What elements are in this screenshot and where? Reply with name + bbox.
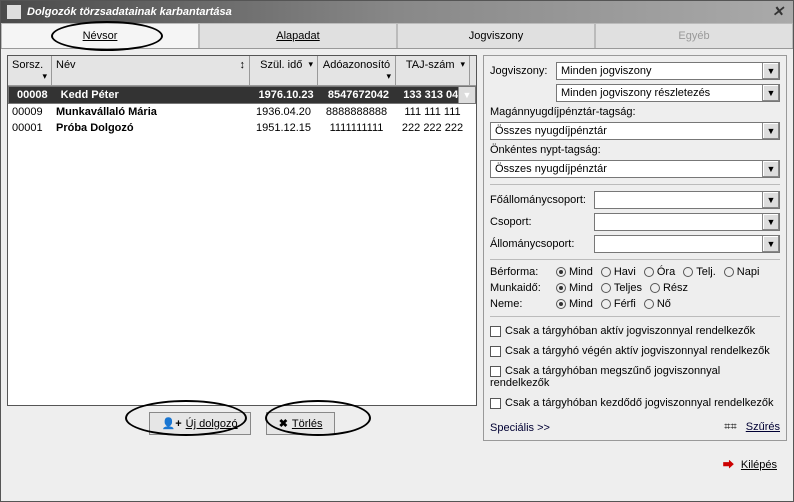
window-title: Dolgozók törzsadatainak karbantartása [27,6,232,18]
cell-taj: 222 222 222 [396,120,470,136]
table-row[interactable]: 00008 Kedd Péter 1976.10.23 8547672042 1… [8,86,476,104]
sort-icon: ▾ [308,59,313,70]
cell-taj: 133 313 044 [398,87,471,103]
app-logo-icon [7,5,21,19]
action-bar: 👤+Új dolgozó ✖Törlés [7,406,477,441]
cell-nev: Munkavállaló Mária [52,104,250,120]
cell-ado: 8888888888 [318,104,396,120]
tab-jogviszony[interactable]: Jogviszony [397,23,595,48]
munkaido-teljes[interactable]: Teljes [601,282,642,294]
magan-select[interactable]: Összes nyugdíjpénztár [490,122,780,140]
sort-icon: ▾ [386,71,391,82]
exit-icon: ⮕ [723,459,734,471]
szures-link[interactable]: Szűrés [746,421,780,433]
munkaido-resz[interactable]: Rész [650,282,688,294]
col-sorsz[interactable]: Sorsz.▾ [8,56,52,85]
cell-sorsz: 00009 [8,104,52,120]
check-kezdodo[interactable]: Csak a tárgyhóban kezdődő jogviszonnyal … [490,395,780,411]
filter-icon: ⌗⌗ [724,421,736,433]
magan-label: Magánnyugdíjpénztár-tagság: [490,106,780,118]
munkaido-label: Munkaidő: [490,282,548,294]
cell-ado: 8547672042 [320,87,397,103]
cell-sorsz: 00008 [13,87,57,103]
berforma-ora[interactable]: Óra [644,266,675,278]
tab-nevsor[interactable]: Névsor [1,23,199,48]
cell-szul: 1951.12.15 [250,120,318,136]
foallomany-label: Főállománycsoport: [490,194,590,206]
csoport-label: Csoport: [490,216,590,228]
berforma-napi[interactable]: Napi [724,266,760,278]
allomany-label: Állománycsoport: [490,238,590,250]
onkentes-select[interactable]: Összes nyugdíjpénztár [490,160,780,178]
close-icon[interactable]: ✕ [769,3,787,21]
onkentes-label: Önkéntes nypt-tagság: [490,144,780,156]
tab-alapadat[interactable]: Alapadat [199,23,397,48]
col-ado[interactable]: Adóazonosító▾ [318,56,396,85]
tab-egyeb: Egyéb [595,23,793,48]
jogviszony-select[interactable]: Minden jogviszony [556,62,780,80]
grid-header: Sorsz.▾ Név↕ Szül. idő▾ Adóazonosító▾ TA… [8,56,476,86]
cell-sorsz: 00001 [8,120,52,136]
new-employee-button[interactable]: 👤+Új dolgozó [149,412,251,435]
berforma-telj[interactable]: Telj. [683,266,716,278]
berforma-label: Bérforma: [490,266,548,278]
main-window: Dolgozók törzsadatainak karbantartása ✕ … [0,0,794,502]
neme-label: Neme: [490,298,548,310]
cell-taj: 111 111 111 [396,104,470,120]
cell-nev: Kedd Péter [57,87,253,103]
munkaido-mind[interactable]: Mind [556,282,593,294]
sort-icon: ▾ [460,59,465,70]
cell-szul: 1976.10.23 [253,87,320,103]
neme-mind[interactable]: Mind [556,298,593,310]
neme-ferfi[interactable]: Férfi [601,298,636,310]
table-row[interactable]: 00009 Munkavállaló Mária 1936.04.20 8888… [8,104,476,120]
neme-no[interactable]: Nő [644,298,671,310]
table-row[interactable]: 00001 Próba Dolgozó 1951.12.15 111111111… [8,120,476,136]
specialis-link[interactable]: Speciális >> [490,422,550,434]
berforma-mind[interactable]: Mind [556,266,593,278]
add-user-icon: 👤+ [162,418,182,430]
sort-icon: ↕ [240,59,246,71]
berforma-havi[interactable]: Havi [601,266,636,278]
employee-grid: Sorsz.▾ Név↕ Szül. idő▾ Adóazonosító▾ TA… [7,55,477,406]
col-szul[interactable]: Szül. idő▾ [250,56,318,85]
csoport-select[interactable] [594,213,780,231]
title-bar: Dolgozók törzsadatainak karbantartása ✕ [1,1,793,23]
jogviszony-label: Jogviszony: [490,65,552,77]
col-nev[interactable]: Név↕ [52,56,250,85]
delete-button[interactable]: ✖Törlés [266,412,336,435]
filter-panel: Jogviszony: Minden jogviszony Minden jog… [483,55,787,441]
cell-ado: 1111111111 [318,120,396,136]
jogviszony2-select[interactable]: Minden jogviszony részletezés [556,84,780,102]
allomany-select[interactable] [594,235,780,253]
col-taj[interactable]: TAJ-szám▾ [396,56,470,85]
exit-button[interactable]: ⮕ Kilépés [723,456,777,472]
foallomany-select[interactable] [594,191,780,209]
grid-body: 00008 Kedd Péter 1976.10.23 8547672042 1… [8,86,476,405]
check-aktiv[interactable]: Csak a tárgyhóban aktív jogviszonnyal re… [490,323,780,339]
check-vegen-aktiv[interactable]: Csak a tárgyhó végén aktív jogviszonnyal… [490,343,780,359]
cell-nev: Próba Dolgozó [52,120,250,136]
sort-icon: ▾ [42,71,47,82]
delete-icon: ✖ [279,418,288,430]
cell-szul: 1936.04.20 [250,104,318,120]
check-megszuno[interactable]: Csak a tárgyhóban megszűnő jogviszonnyal… [490,363,780,391]
tab-strip: Névsor Alapadat Jogviszony Egyéb [1,23,793,49]
